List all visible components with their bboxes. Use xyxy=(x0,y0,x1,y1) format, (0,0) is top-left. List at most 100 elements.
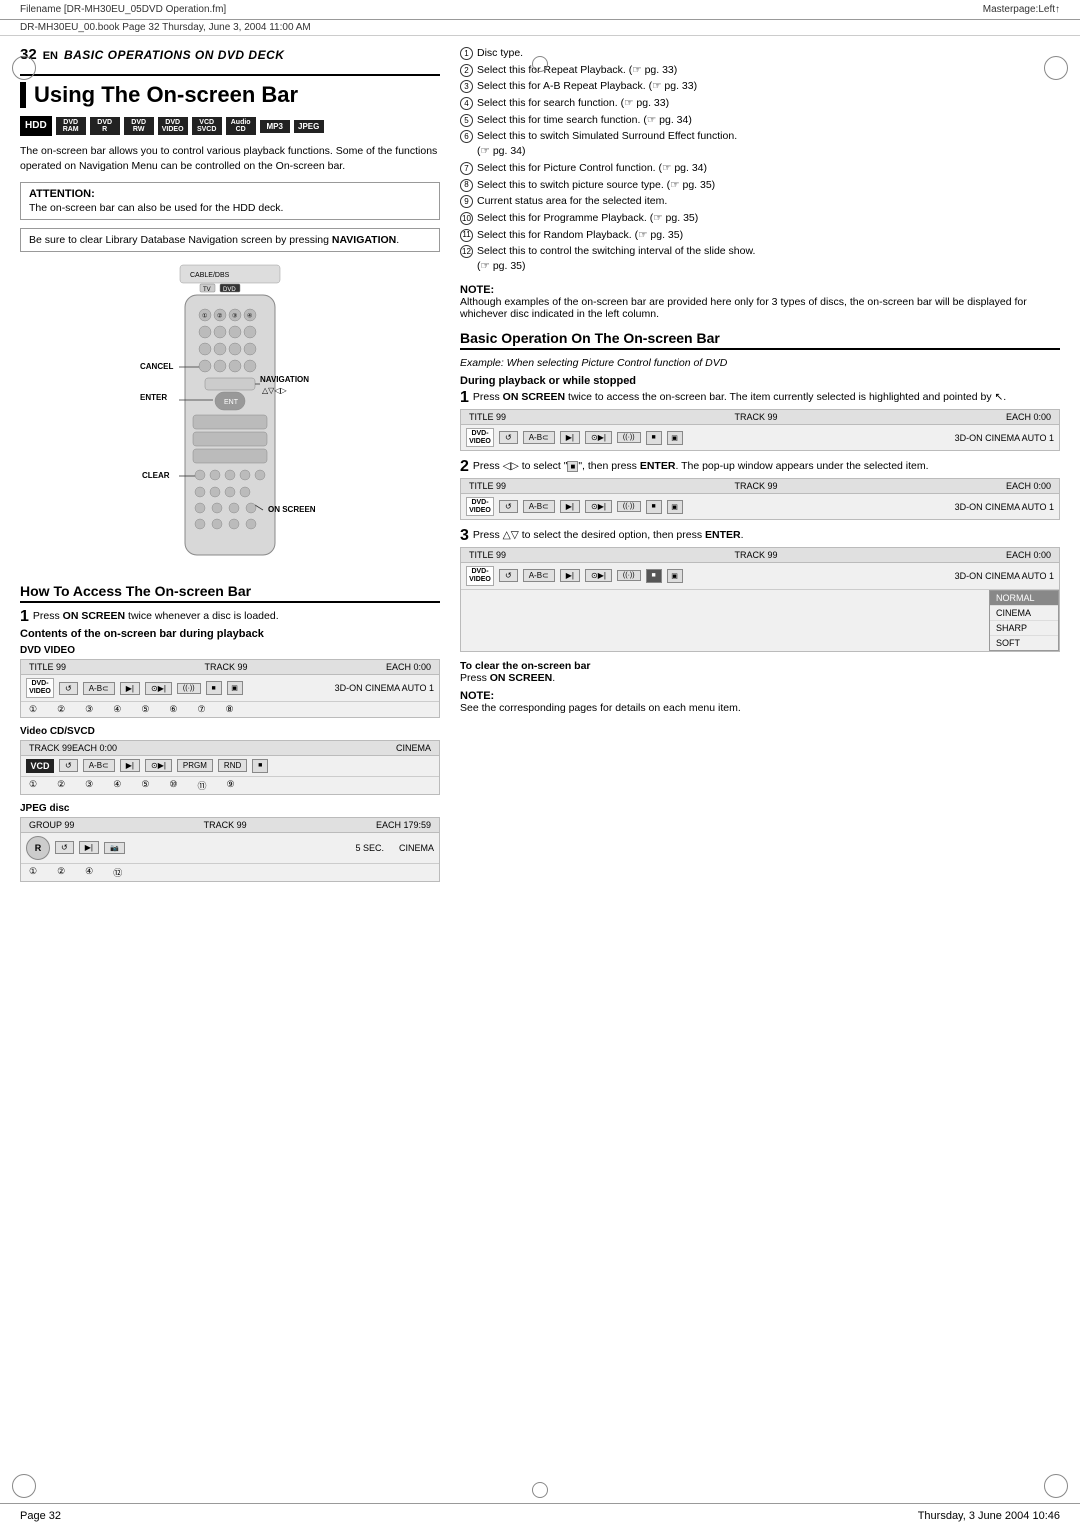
list-item: 5 Select this for time search function. … xyxy=(460,113,1060,128)
jpeg-label: JPEG disc xyxy=(20,803,440,814)
b2-btn4: ⊙▶| xyxy=(585,500,612,513)
reg-mark-tr xyxy=(1044,56,1068,80)
item-7-text: Select this for Picture Control function… xyxy=(477,161,707,176)
b2-btn3: ▶| xyxy=(560,500,580,513)
list-item: 3 Select this for A-B Repeat Playback. (… xyxy=(460,79,1060,94)
disc-icon-audiocd: AudioCD xyxy=(226,117,256,135)
basic-op-heading: Basic Operation On The On-screen Bar xyxy=(460,330,1060,350)
dvd-badge: DVD-VIDEO xyxy=(26,678,54,697)
b2-btn5: ((·)) xyxy=(617,501,641,512)
b2-right-labels: 3D-ON CINEMA AUTO 1 xyxy=(955,502,1054,512)
numbered-list: 1 Disc type. 2 Select this for Repeat Pl… xyxy=(460,46,1060,274)
nav-box: Be sure to clear Library Database Naviga… xyxy=(20,228,440,252)
b3-title: TITLE 99 xyxy=(469,550,506,560)
list-item: 8 Select this to switch picture source t… xyxy=(460,178,1060,193)
page-footer: Page 32 Thursday, 3 June 2004 10:46 xyxy=(0,1503,1080,1528)
note1-label: NOTE: xyxy=(460,284,1060,296)
item-11-text: Select this for Random Playback. (☞ pg. … xyxy=(477,228,683,243)
lang-label: EN xyxy=(43,50,58,62)
to-clear-text: Press ON SCREEN. xyxy=(460,672,1060,684)
item-1-text: Disc type. xyxy=(477,46,523,61)
note2-label: NOTE: xyxy=(460,690,1060,702)
b2-btn2: A-B⊂ xyxy=(523,500,555,513)
disc-icon-dvdvideo: DVDVIDEO xyxy=(158,117,188,135)
basic-bar3-header: TITLE 99 TRACK 99 EACH 0:00 xyxy=(461,548,1059,563)
svg-text:ENTER: ENTER xyxy=(140,393,167,402)
b2-btn1: ↺ xyxy=(499,500,518,513)
list-item: 10 Select this for Programme Playback. (… xyxy=(460,211,1060,226)
jpeg-cinema-label: CINEMA xyxy=(399,843,434,853)
svg-text:TV: TV xyxy=(203,287,211,293)
attention-label: ATTENTION: xyxy=(29,188,431,200)
dvd-video-bar: TITLE 99 TRACK 99 EACH 0:00 DVD-VIDEO ↺ … xyxy=(20,659,440,717)
footer-date: Thursday, 3 June 2004 10:46 xyxy=(918,1510,1060,1522)
svg-text:CABLE/DBS: CABLE/DBS xyxy=(190,272,230,279)
list-item: 6 Select this to switch Simulated Surrou… xyxy=(460,129,1060,158)
popup-menu: NORMAL CINEMA SHARP SOFT xyxy=(989,590,1059,651)
basic-op-example: Example: When selecting Picture Control … xyxy=(460,356,1060,371)
contents-label: Contents of the on-screen bar during pla… xyxy=(20,628,440,640)
note-box-1: NOTE: Although examples of the on-screen… xyxy=(460,284,1060,320)
num-9: 9 xyxy=(460,195,473,208)
b1-btn6: ■ xyxy=(646,431,662,445)
vcd-btn2: A-B⊂ xyxy=(83,759,115,772)
dvd-bar-content: DVD-VIDEO ↺ A-B⊂ ▶| ⊙▶| ((·)) ■ ▣ 3D-ON … xyxy=(21,675,439,700)
list-item: 9 Current status area for the selected i… xyxy=(460,194,1060,209)
basic-bar1-header: TITLE 99 TRACK 99 EACH 0:00 xyxy=(461,410,1059,425)
num-4: 4 xyxy=(460,97,473,110)
num-1: 1 xyxy=(460,47,473,60)
basic-step1: 1 Press ON SCREEN twice to access the on… xyxy=(460,390,1060,405)
footer-page-label: Page 32 xyxy=(20,1510,61,1522)
center-mark-bottom xyxy=(532,1482,548,1498)
btn-search: ▶| xyxy=(120,682,140,695)
list-item: 4 Select this for search function. (☞ pg… xyxy=(460,96,1060,111)
basic-step2: 2 Press ◁▷ to select "■", then press ENT… xyxy=(460,459,1060,474)
remote-svg: CABLE/DBS TV DVD ① ② ③ ④ xyxy=(100,260,360,570)
intro-text: The on-screen bar allows you to control … xyxy=(20,144,440,173)
main-title: Using The On-screen Bar xyxy=(20,82,440,108)
svg-text:CANCEL: CANCEL xyxy=(140,362,173,371)
b1-btn7: ▣ xyxy=(667,431,683,445)
num-11: 11 xyxy=(460,229,473,242)
b3-btn4: ⊙▶| xyxy=(585,569,612,582)
svg-text:CLEAR: CLEAR xyxy=(142,471,170,480)
list-item: 12 Select this to control the switching … xyxy=(460,244,1060,273)
jpeg-group-label: GROUP 99 xyxy=(29,820,74,830)
b2-dvd-badge: DVD-VIDEO xyxy=(466,497,494,516)
item-10-text: Select this for Programme Playback. (☞ p… xyxy=(477,211,698,226)
disc-icon-dvdrw: DVDRW xyxy=(124,117,154,135)
b3-btn7: ▣ xyxy=(667,569,683,583)
jpeg-sec-label: 5 SEC. xyxy=(355,843,384,853)
item-2-text: Select this for Repeat Playback. (☞ pg. … xyxy=(477,63,677,78)
btn-pic: ■ xyxy=(206,681,222,695)
vcd-btn4: ⊙▶| xyxy=(145,759,172,772)
vcd-btn5: ■ xyxy=(252,759,268,773)
b1-btn4: ⊙▶| xyxy=(585,431,612,444)
b3-track: TRACK 99 xyxy=(734,550,777,560)
basic-bar-2: TITLE 99 TRACK 99 EACH 0:00 DVD-VIDEO ↺ … xyxy=(460,478,1060,520)
num-10: 10 xyxy=(460,212,473,225)
page-container: Filename [DR-MH30EU_05DVD Operation.fm] … xyxy=(0,0,1080,1528)
num-12: 12 xyxy=(460,245,473,258)
svg-text:①: ① xyxy=(202,312,207,319)
to-clear-section: To clear the on-screen bar Press ON SCRE… xyxy=(460,660,1060,684)
note2-text: See the corresponding pages for details … xyxy=(460,702,1060,714)
b2-title: TITLE 99 xyxy=(469,481,506,491)
how-to-step1: 1 Press ON SCREEN twice whenever a disc … xyxy=(20,609,440,624)
vcd-rnd: RND xyxy=(218,759,247,772)
jpeg-r-badge: R xyxy=(26,836,50,860)
btn-time: ⊙▶| xyxy=(145,682,172,695)
b3-btn6: ■ xyxy=(646,569,662,583)
svg-text:NAVIGATION: NAVIGATION xyxy=(260,375,309,384)
svg-text:ENT: ENT xyxy=(224,399,239,406)
b3-btn5: ((·)) xyxy=(617,570,641,581)
dvd-title-label: TITLE 99 xyxy=(29,662,66,672)
vcd-prgm: PRGM xyxy=(177,759,213,772)
basic-bar-1: TITLE 99 TRACK 99 EACH 0:00 DVD-VIDEO ↺ … xyxy=(460,409,1060,451)
btn-ab: A-B⊂ xyxy=(83,682,115,695)
vcd-bar-header: TRACK 99 EACH 0:00 CINEMA xyxy=(21,741,439,756)
b3-each: EACH 0:00 xyxy=(1006,550,1051,560)
reg-mark-br xyxy=(1044,1474,1068,1498)
b3-right-labels: 3D-ON CINEMA AUTO 1 xyxy=(955,571,1054,581)
jpeg-btn1: ↺ xyxy=(55,841,74,854)
